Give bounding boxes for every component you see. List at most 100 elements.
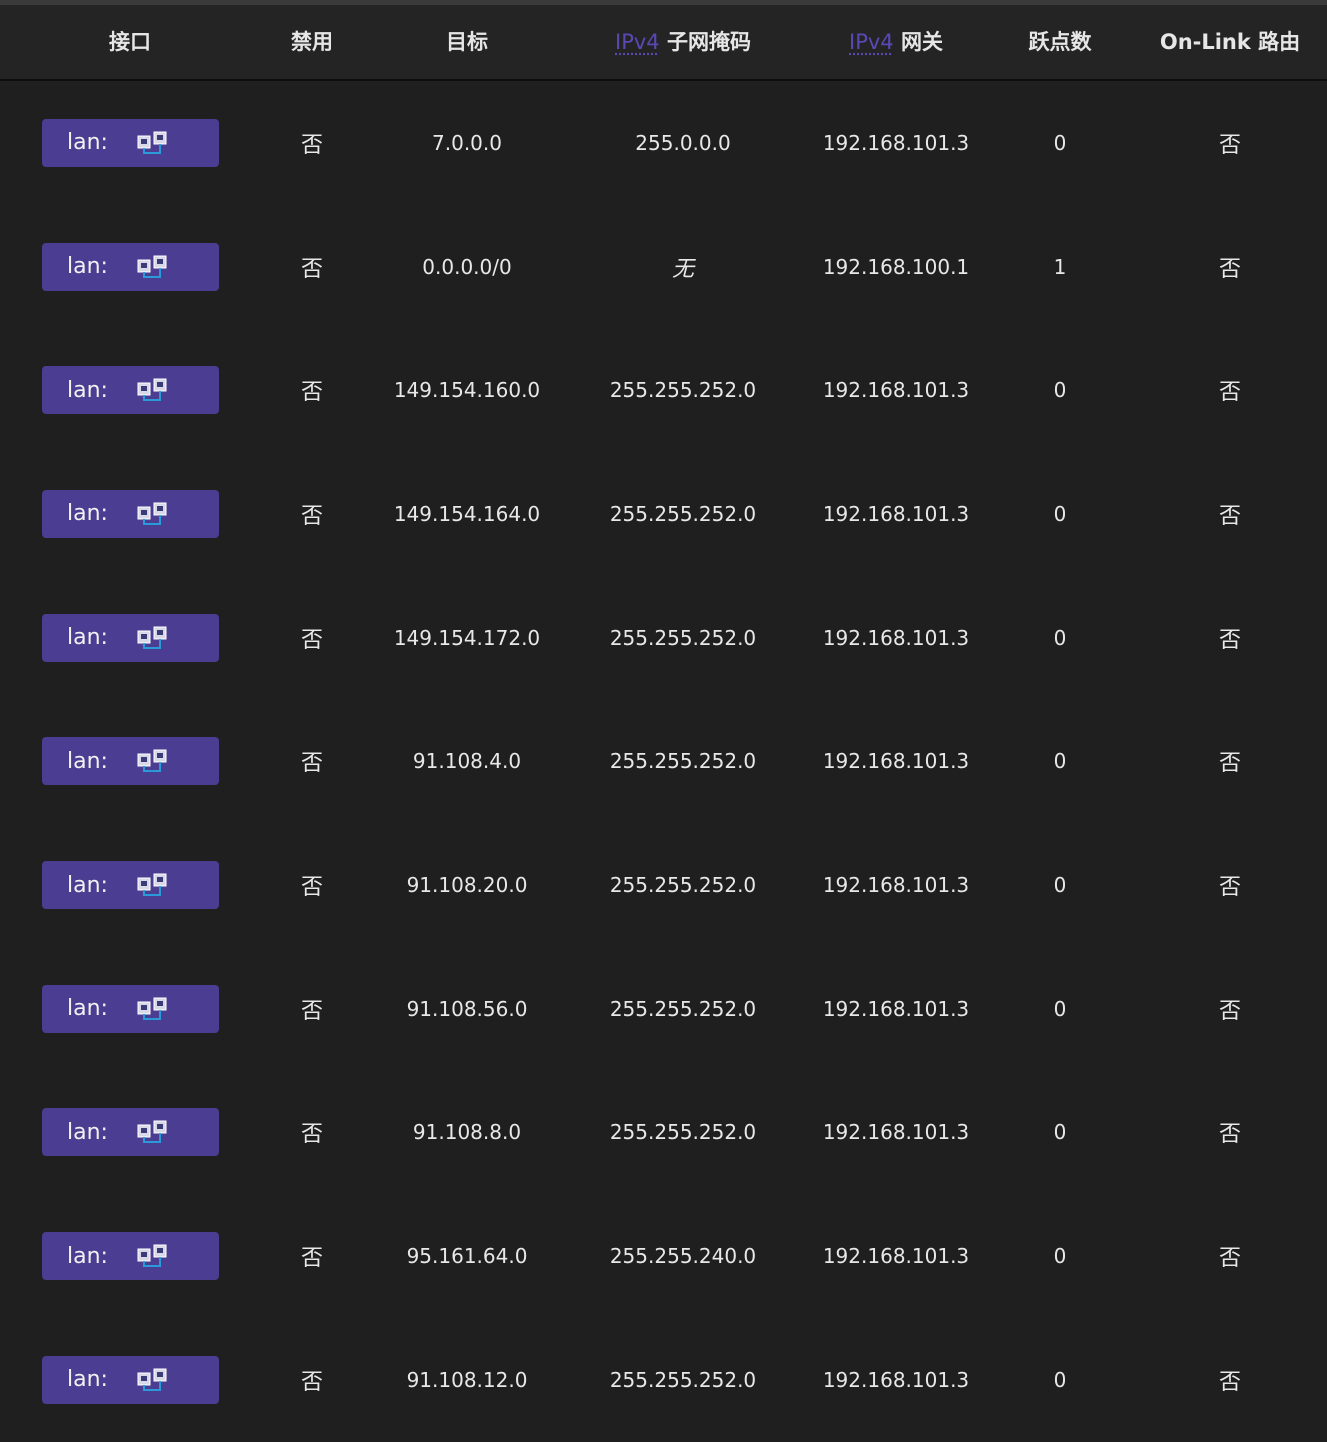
interface-label: lan: — [67, 377, 108, 403]
interface-badge[interactable]: lan: — [42, 613, 219, 662]
network-ports-icon — [137, 1244, 167, 1268]
interface-badge[interactable]: lan: — [42, 737, 219, 786]
interface-badge[interactable]: lan: — [42, 1232, 219, 1281]
network-ports-icon — [137, 1120, 167, 1144]
table-row[interactable]: lan: 否 95.161.64.0 255.255.240.0 192.168… — [0, 1194, 1327, 1318]
table-row[interactable]: lan: 否 149.154.164.0 255.255.252.0 192.1… — [0, 452, 1327, 576]
disabled-cell: 否 — [300, 1246, 324, 1272]
gateway-cell: 192.168.101.3 — [822, 130, 970, 155]
onlink-cell: 否 — [1218, 1369, 1242, 1395]
column-header-metric[interactable]: 跃点数 — [1029, 5, 1092, 79]
target-cell: 149.154.160.0 — [393, 378, 541, 403]
table-row[interactable]: lan: 否 91.108.12.0 255.255.252.0 192.168… — [0, 1318, 1327, 1442]
table-header: 接口 禁用 目标 IPv4 子网掩码 IPv4 网关 跃点数 On-Link 路… — [0, 5, 1327, 81]
network-ports-icon — [137, 131, 167, 154]
disabled-cell: 否 — [300, 751, 324, 777]
metric-cell: 0 — [1053, 996, 1067, 1021]
column-header-target-label: 目标 — [446, 30, 488, 54]
interface-label: lan: — [67, 872, 108, 898]
ipv4-abbreviation[interactable]: IPv4 — [849, 30, 894, 54]
table-row[interactable]: lan: 否 149.154.160.0 255.255.252.0 192.1… — [0, 328, 1327, 452]
table-row[interactable]: lan: 否 91.108.20.0 255.255.252.0 192.168… — [0, 823, 1327, 947]
disabled-cell: 否 — [300, 998, 324, 1024]
onlink-cell: 否 — [1218, 751, 1242, 777]
gateway-cell: 192.168.101.3 — [822, 378, 970, 403]
gateway-cell: 192.168.101.3 — [822, 501, 970, 526]
metric-cell: 0 — [1053, 873, 1067, 898]
gateway-cell: 192.168.100.1 — [822, 254, 970, 279]
table-row[interactable]: lan: 否 91.108.56.0 255.255.252.0 192.168… — [0, 947, 1327, 1071]
gateway-cell: 192.168.101.3 — [822, 1244, 970, 1269]
table-row[interactable]: lan: 否 149.154.172.0 255.255.252.0 192.1… — [0, 576, 1327, 700]
disabled-cell: 否 — [300, 380, 324, 406]
network-ports-icon — [137, 1368, 167, 1391]
column-header-target[interactable]: 目标 — [446, 5, 488, 79]
table-row[interactable]: lan: 否 0.0.0.0/0 无 192.168.100.1 1 否 — [0, 205, 1327, 329]
target-cell: 149.154.164.0 — [393, 501, 541, 526]
interface-badge[interactable]: lan: — [42, 489, 219, 538]
onlink-cell: 否 — [1218, 1122, 1242, 1148]
network-ports-icon — [137, 378, 167, 402]
ipv4-abbreviation[interactable]: IPv4 — [615, 30, 660, 54]
interface-badge[interactable]: lan: — [42, 242, 219, 291]
disabled-cell: 否 — [300, 132, 324, 158]
network-ports-icon — [137, 997, 167, 1020]
interface-badge[interactable]: lan: — [42, 1355, 219, 1404]
netmask-cell: 255.0.0.0 — [635, 130, 731, 155]
interface-badge[interactable]: lan: — [42, 1108, 219, 1157]
netmask-cell: 255.255.252.0 — [609, 625, 757, 650]
table-row[interactable]: lan: 否 91.108.4.0 255.255.252.0 192.168.… — [0, 700, 1327, 824]
netmask-cell: 无 — [671, 256, 695, 282]
network-ports-icon — [137, 255, 167, 278]
metric-cell: 0 — [1053, 749, 1067, 774]
netmask-cell: 255.255.252.0 — [609, 1120, 757, 1145]
disabled-cell: 否 — [300, 627, 324, 653]
metric-cell: 0 — [1053, 1367, 1067, 1392]
netmask-cell: 255.255.240.0 — [609, 1244, 757, 1269]
interface-label: lan: — [67, 748, 108, 774]
interface-label: lan: — [67, 625, 108, 651]
column-header-netmask[interactable]: IPv4 子网掩码 — [615, 5, 751, 79]
onlink-cell: 否 — [1218, 1246, 1242, 1272]
interface-badge[interactable]: lan: — [42, 861, 219, 910]
table-row[interactable]: lan: 否 91.108.8.0 255.255.252.0 192.168.… — [0, 1071, 1327, 1195]
disabled-cell: 否 — [300, 875, 324, 901]
netmask-cell: 255.255.252.0 — [609, 873, 757, 898]
column-header-gateway[interactable]: IPv4 网关 — [849, 5, 943, 79]
metric-cell: 0 — [1053, 130, 1067, 155]
disabled-cell: 否 — [300, 256, 324, 282]
column-header-disabled[interactable]: 禁用 — [291, 5, 333, 79]
metric-cell: 0 — [1053, 378, 1067, 403]
interface-label: lan: — [67, 1243, 108, 1269]
netmask-cell: 255.255.252.0 — [609, 501, 757, 526]
netmask-cell: 255.255.252.0 — [609, 996, 757, 1021]
onlink-cell: 否 — [1218, 256, 1242, 282]
gateway-cell: 192.168.101.3 — [822, 1120, 970, 1145]
metric-cell: 1 — [1053, 254, 1067, 279]
interface-label: lan: — [67, 1367, 108, 1393]
interface-label: lan: — [67, 996, 108, 1022]
network-ports-icon — [137, 873, 167, 897]
interface-badge[interactable]: lan: — [42, 118, 219, 167]
interface-badge[interactable]: lan: — [42, 366, 219, 415]
target-cell: 91.108.56.0 — [406, 996, 528, 1021]
gateway-cell: 192.168.101.3 — [822, 749, 970, 774]
metric-cell: 0 — [1053, 1120, 1067, 1145]
interface-label: lan: — [67, 254, 108, 280]
column-header-interface[interactable]: 接口 — [109, 5, 151, 79]
column-header-metric-label: 跃点数 — [1028, 30, 1092, 54]
onlink-cell: 否 — [1218, 503, 1242, 529]
column-header-onlink-label: On-Link 路由 — [1159, 30, 1301, 54]
column-header-netmask-label: 子网掩码 — [666, 30, 751, 54]
netmask-cell: 255.255.252.0 — [609, 1367, 757, 1392]
target-cell: 91.108.12.0 — [406, 1367, 528, 1392]
column-header-onlink[interactable]: On-Link 路由 — [1160, 5, 1300, 79]
column-header-disabled-label: 禁用 — [291, 30, 333, 54]
metric-cell: 0 — [1053, 1244, 1067, 1269]
table-row[interactable]: lan: 否 7.0.0.0 255.0.0.0 192.168.101.3 0… — [0, 81, 1327, 205]
target-cell: 91.108.20.0 — [406, 873, 528, 898]
target-cell: 149.154.172.0 — [393, 625, 541, 650]
interface-badge[interactable]: lan: — [42, 984, 219, 1033]
netmask-cell: 255.255.252.0 — [609, 749, 757, 774]
onlink-cell: 否 — [1218, 380, 1242, 406]
